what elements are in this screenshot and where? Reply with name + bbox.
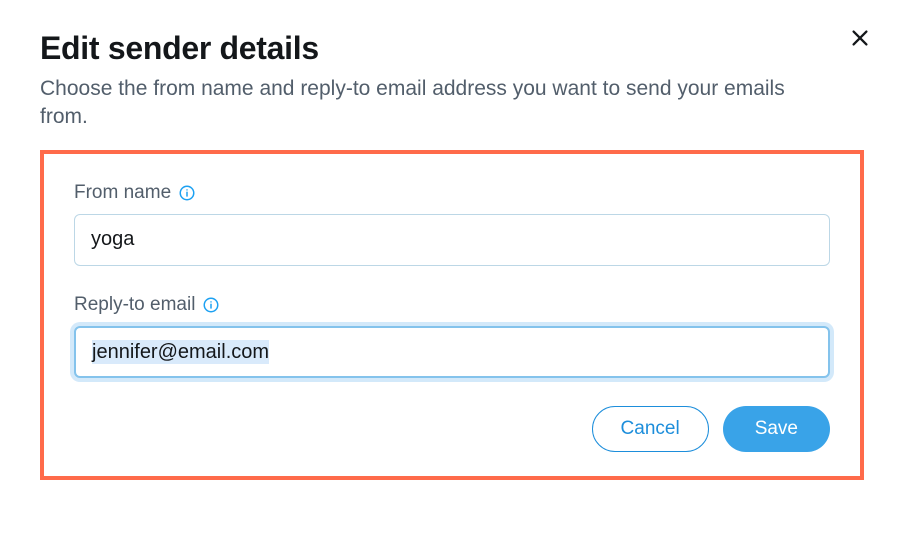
modal-title: Edit sender details (40, 30, 864, 67)
button-row: Cancel Save (74, 406, 830, 452)
reply-to-value-selected: jennifer@email.com (92, 340, 269, 364)
reply-to-input[interactable]: jennifer@email.com (74, 326, 830, 378)
edit-sender-modal: Edit sender details Choose the from name… (0, 0, 904, 480)
reply-to-label: Reply-to email (74, 294, 830, 316)
form-highlight-box: From name Reply-to email (40, 150, 864, 480)
info-icon[interactable] (178, 184, 196, 202)
close-icon (849, 27, 871, 49)
save-button[interactable]: Save (723, 406, 830, 452)
from-name-label-text: From name (74, 182, 171, 204)
from-name-label: From name (74, 182, 830, 204)
reply-to-label-text: Reply-to email (74, 294, 195, 316)
reply-to-group: Reply-to email jennifer@email.com (74, 294, 830, 378)
from-name-group: From name (74, 182, 830, 266)
from-name-input[interactable] (74, 214, 830, 266)
cancel-button[interactable]: Cancel (592, 406, 709, 452)
modal-subtitle: Choose the from name and reply-to email … (40, 75, 820, 132)
info-icon[interactable] (202, 296, 220, 314)
close-button[interactable] (846, 24, 874, 52)
